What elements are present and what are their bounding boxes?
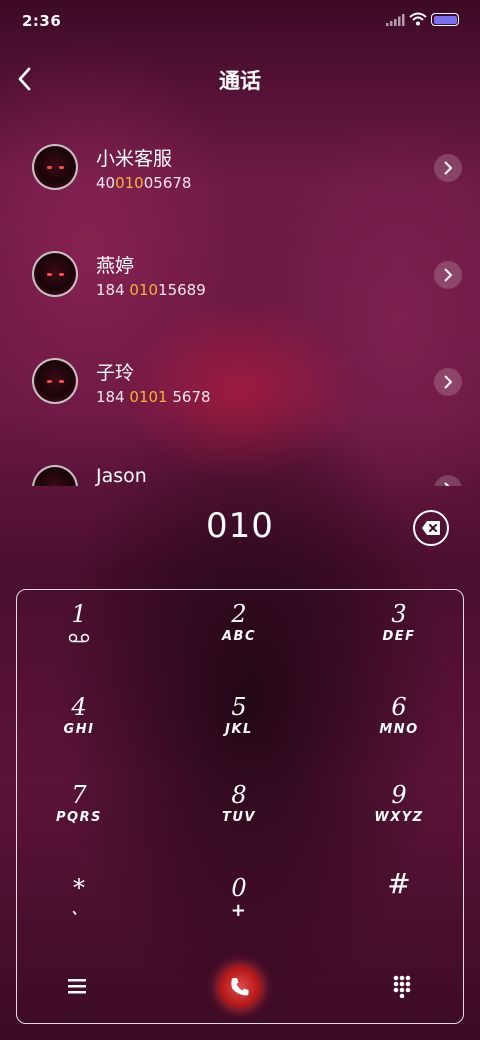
contact-number: 184 01015689 xyxy=(96,281,206,299)
contact-row[interactable]: 燕婷 184 01015689 xyxy=(0,235,480,335)
contact-number: 4001005678 xyxy=(96,174,192,192)
contact-name: 小米客服 xyxy=(96,148,173,170)
keypad-icon[interactable] xyxy=(392,974,412,998)
avatar xyxy=(32,358,78,404)
call-button[interactable] xyxy=(219,966,261,1008)
contact-list: 小米客服 4001005678 燕婷 184 01015689 子玲 184 0… xyxy=(0,128,480,486)
chevron-right-icon[interactable] xyxy=(434,261,462,289)
avatar xyxy=(32,251,78,297)
header: 通话 xyxy=(0,52,480,106)
status-time: 2:36 xyxy=(22,12,62,30)
key-9[interactable]: 9 WXYZ xyxy=(329,781,469,861)
key-5[interactable]: 5 JKL xyxy=(169,693,309,773)
contact-row[interactable]: Jason xyxy=(0,449,480,486)
key-6[interactable]: 6 MNO xyxy=(329,693,469,773)
page-title: 通话 xyxy=(219,69,261,93)
dial-pad: 1 2 ABC 3 DEF 4 GHI 5 JKL 6 MNO 7 PQRS 8 TUV 9W… xyxy=(16,589,464,1024)
backspace-icon[interactable] xyxy=(413,510,449,546)
key-2[interactable]: 2 ABC xyxy=(169,600,309,680)
status-bar: 2:36 xyxy=(0,0,480,42)
wifi-icon xyxy=(409,12,427,26)
contact-row[interactable]: 小米客服 4001005678 xyxy=(0,128,480,228)
contact-number: 184 0101 5678 xyxy=(96,388,211,406)
chevron-right-icon[interactable] xyxy=(434,368,462,396)
dialed-number: 010 xyxy=(206,506,274,546)
battery-icon xyxy=(431,13,459,26)
key-4[interactable]: 4 GHI xyxy=(9,693,149,773)
key-8[interactable]: 8 TUV xyxy=(169,781,309,861)
chevron-right-icon[interactable] xyxy=(434,154,462,182)
key-3[interactable]: 3 DEF xyxy=(329,600,469,680)
contact-name: Jason xyxy=(96,465,147,486)
voicemail-icon xyxy=(68,633,90,643)
contact-name: 子玲 xyxy=(96,362,135,384)
avatar xyxy=(32,144,78,190)
key-hash[interactable]: # xyxy=(329,870,469,950)
menu-icon[interactable] xyxy=(66,976,88,996)
key-7[interactable]: 7 PQRS xyxy=(9,781,149,861)
signal-icon xyxy=(386,14,405,26)
phone-icon xyxy=(231,978,249,996)
key-0[interactable]: 0 + xyxy=(169,874,309,954)
key-star[interactable]: *、 xyxy=(9,874,149,954)
key-1[interactable]: 1 xyxy=(9,600,149,680)
contact-name: 燕婷 xyxy=(96,255,135,277)
contact-row[interactable]: 子玲 184 0101 5678 xyxy=(0,342,480,442)
avatar xyxy=(32,465,78,486)
chevron-right-icon[interactable] xyxy=(434,475,462,486)
